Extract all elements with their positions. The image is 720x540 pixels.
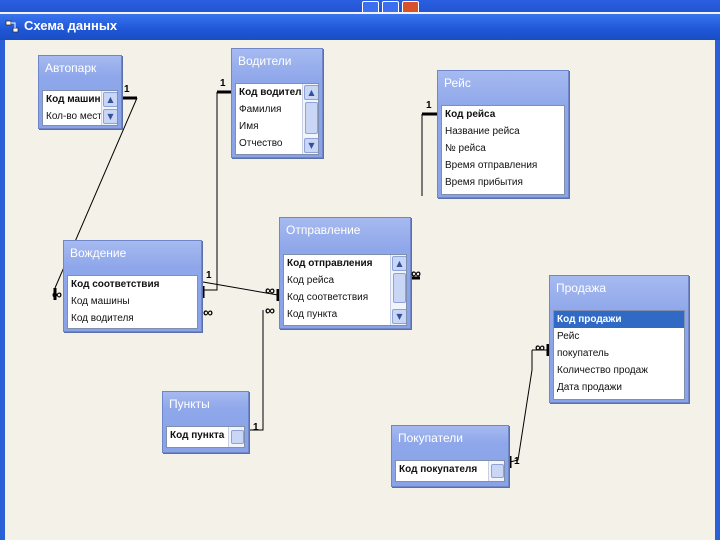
field-row[interactable]: Рейс	[554, 328, 684, 345]
rel-label-many: ∞	[203, 304, 213, 320]
field-list[interactable]: Код водителя Фамилия Имя Отчество ▲ ▼	[235, 83, 319, 155]
rel-label-one: 1	[253, 422, 259, 433]
scrollbar[interactable]: ▲ ▼	[101, 91, 117, 125]
table-title: Покупатели	[398, 431, 463, 445]
rel-label-many: ∞	[535, 339, 545, 355]
field-list[interactable]: Код рейса Название рейса № рейса Время о…	[441, 105, 565, 195]
table-title: Пункты	[169, 397, 210, 411]
scroll-thumb[interactable]	[231, 430, 244, 444]
table-title: Вождение	[70, 246, 127, 260]
table-voditeli[interactable]: Водители Код водителя Фамилия Имя Отчест…	[231, 48, 323, 158]
field-row[interactable]: Код рейса	[442, 106, 564, 123]
table-title: Рейс	[444, 76, 471, 90]
scroll-thumb[interactable]	[491, 464, 504, 478]
scrollbar[interactable]: ▲ ▼	[302, 84, 318, 154]
table-prodazha[interactable]: Продажа Код продажи Рейс покупатель Коли…	[549, 275, 689, 403]
field-list[interactable]: Код соответствия Код машины Код водителя	[67, 275, 198, 329]
scroll-up-icon[interactable]: ▲	[103, 92, 117, 107]
field-row[interactable]: Количество продаж	[554, 362, 684, 379]
table-title: Автопарк	[45, 61, 97, 75]
field-row[interactable]: Название рейса	[442, 123, 564, 140]
table-pokupateli[interactable]: Покупатели Код покупателя	[391, 425, 509, 487]
table-reys[interactable]: Рейс Код рейса Название рейса № рейса Вр…	[437, 70, 569, 198]
table-vozhdenie[interactable]: Вождение Код соответствия Код машины Код…	[63, 240, 202, 332]
scroll-down-icon[interactable]: ▼	[304, 138, 318, 153]
field-row[interactable]: Код водителя	[68, 310, 197, 327]
field-list[interactable]: Код отправления Код рейса Код соответств…	[283, 254, 407, 326]
field-list[interactable]: Код продажи Рейс покупатель Количество п…	[553, 310, 685, 400]
scroll-thumb[interactable]	[305, 102, 318, 134]
scrollbar[interactable]	[228, 427, 244, 447]
table-otpravlenie[interactable]: Отправление Код отправления Код рейса Ко…	[279, 217, 411, 329]
field-row[interactable]: Время прибытия	[442, 174, 564, 191]
field-row-selected[interactable]: Код продажи	[554, 311, 684, 328]
field-row[interactable]: № рейса	[442, 140, 564, 157]
field-row[interactable]: Код соответствия	[284, 289, 406, 306]
scrollbar[interactable]	[488, 461, 504, 481]
relationship-punkty-otpravlenie	[247, 310, 264, 431]
field-list[interactable]: Код покупателя	[395, 460, 505, 482]
field-row[interactable]: Код машины	[68, 293, 197, 310]
field-list[interactable]: Код пункта	[166, 426, 245, 448]
scroll-down-icon[interactable]: ▼	[103, 109, 117, 124]
rel-label-many: ∞	[265, 282, 275, 298]
rel-label-many: ∞	[52, 286, 62, 302]
scroll-thumb[interactable]	[393, 273, 406, 303]
field-row[interactable]: Дата продажи	[554, 379, 684, 396]
field-row[interactable]: Код пункта	[284, 306, 406, 323]
rel-label-one: 1	[124, 84, 130, 95]
relationship-pokupateli-prodazha	[509, 350, 533, 463]
table-title: Отправление	[286, 223, 361, 237]
rel-label-one: 1	[426, 100, 432, 111]
table-title: Продажа	[556, 281, 607, 295]
table-avtopark[interactable]: Автопарк Код машины Кол-во мест ▲ ▼	[38, 55, 122, 129]
field-row[interactable]: Код соответствия	[68, 276, 197, 293]
rel-label-many: ∞	[411, 265, 421, 281]
relationship-voditeli-vozhdenie	[203, 92, 218, 291]
field-row[interactable]: Код рейса	[284, 272, 406, 289]
field-row[interactable]: Время отправления	[442, 157, 564, 174]
table-title: Водители	[238, 54, 292, 68]
scroll-up-icon[interactable]: ▲	[392, 256, 406, 271]
rel-label-one: 1	[514, 456, 520, 467]
scroll-up-icon[interactable]: ▲	[304, 85, 318, 100]
rel-label-one: 1	[206, 270, 212, 281]
scroll-down-icon[interactable]: ▼	[392, 309, 406, 324]
scrollbar[interactable]: ▲ ▼	[390, 255, 406, 325]
table-punkty[interactable]: Пункты Код пункта	[162, 391, 249, 453]
field-list[interactable]: Код машины Кол-во мест ▲ ▼	[42, 90, 118, 126]
rel-label-one: 1	[220, 78, 226, 89]
field-row[interactable]: покупатель	[554, 345, 684, 362]
field-row[interactable]: Код отправления	[284, 255, 406, 272]
rel-label-many: ∞	[265, 302, 275, 318]
